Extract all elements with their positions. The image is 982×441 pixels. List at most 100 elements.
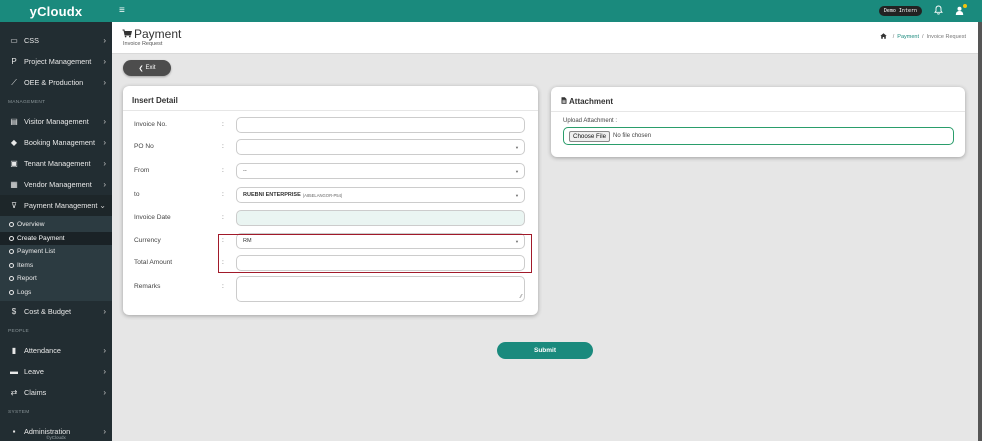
sidebar-item-label: Project Management: [24, 57, 92, 66]
sidebar-item-visitor-management[interactable]: ▤ Visitor Management ›: [0, 111, 112, 132]
card-title-text: Attachment: [569, 97, 614, 106]
insert-detail-card: Insert Detail Invoice No. : PO No : ▼ Fr…: [123, 86, 538, 315]
circle-icon: [9, 249, 14, 255]
sidebar-item-label: Attendance: [24, 346, 61, 355]
field-label: Remarks: [134, 283, 161, 290]
field-label: to: [134, 191, 140, 198]
chevron-right-icon: ›: [103, 367, 106, 376]
exit-button[interactable]: ❮ Exit: [123, 60, 171, 76]
user-icon[interactable]: [955, 3, 967, 17]
file-icon: [561, 97, 567, 106]
row-po-no: PO No : ▼: [123, 139, 538, 157]
field-colon: :: [222, 167, 224, 174]
divider: [123, 110, 538, 111]
card-title: Attachment: [561, 97, 613, 106]
circle-icon: [9, 222, 14, 228]
chevron-left-icon: ❮: [138, 65, 144, 72]
chevron-right-icon: ›: [103, 138, 106, 147]
sidebar-item-vendor-management[interactable]: ▦ Vendor Management ›: [0, 174, 112, 195]
invoice-date-input[interactable]: [236, 210, 525, 226]
leave-icon: ▬: [10, 367, 18, 376]
user-badge[interactable]: Demo Intern: [878, 6, 922, 16]
circle-icon: [9, 235, 14, 241]
sidebar-item-attendance[interactable]: ▮ Attendance ›: [0, 340, 112, 361]
tag-icon: ◆: [10, 138, 18, 147]
chevron-right-icon: ›: [103, 346, 106, 355]
chevron-down-icon: ⌄: [99, 201, 106, 210]
sidebar-item-label: Claims: [24, 388, 47, 397]
sidebar-footer: ©yCloudx: [46, 435, 66, 440]
sidebar-section-management: MANAGEMENT: [8, 99, 46, 105]
choose-file-button[interactable]: Choose File: [569, 130, 611, 142]
home-icon[interactable]: [880, 33, 887, 41]
sidebar-item-project-management[interactable]: P Project Management ›: [0, 51, 112, 72]
submenu-item-items[interactable]: Items: [0, 259, 112, 273]
dropdown-arrow-icon: ▼: [515, 145, 519, 150]
submenu-item-logs[interactable]: Logs: [0, 286, 112, 300]
circle-icon: [9, 289, 14, 295]
row-invoice-no: Invoice No. :: [123, 117, 538, 135]
field-label: Total Amount: [134, 259, 173, 266]
from-select[interactable]: -- ▼: [236, 163, 525, 179]
building-icon: ▣: [10, 159, 18, 168]
sidebar-item-booking-management[interactable]: ◆ Booking Management ›: [0, 132, 112, 153]
field-colon: :: [222, 259, 224, 266]
bell-icon[interactable]: [934, 5, 943, 17]
project-icon: P: [11, 57, 17, 66]
invoice-no-input[interactable]: [236, 117, 525, 133]
divider: [551, 111, 965, 112]
row-total-amount: Total Amount :: [123, 255, 538, 273]
field-colon: :: [222, 237, 224, 244]
submit-button[interactable]: Submit: [497, 342, 593, 359]
remarks-textarea[interactable]: ⁄⁄: [236, 276, 525, 302]
file-upload-input[interactable]: Choose File No file chosen: [563, 127, 954, 145]
sidebar-item-label: Payment Management: [24, 201, 98, 210]
sidebar-item-tenant-management[interactable]: ▣ Tenant Management ›: [0, 153, 112, 174]
sidebar-item-css[interactable]: ▭ CSS ›: [0, 30, 112, 51]
submenu-item-overview[interactable]: Overview: [0, 218, 112, 232]
submenu-item-payment-list[interactable]: Payment List: [0, 245, 112, 259]
sidebar-item-label: Cost & Budget: [24, 307, 72, 316]
field-colon: :: [222, 191, 224, 198]
chevron-right-icon: ›: [103, 307, 106, 316]
resize-handle-icon[interactable]: ⁄⁄: [520, 294, 522, 300]
topbar-right: Demo Intern: [878, 3, 982, 17]
currency-select[interactable]: RM ▼: [236, 233, 525, 249]
attendance-icon: ▮: [11, 346, 17, 355]
hamburger-menu-icon[interactable]: ≡: [119, 6, 125, 16]
page-title: Payment: [122, 27, 181, 41]
top-bar: ≡ Demo Intern: [112, 0, 982, 22]
submenu-item-label: Create Payment: [17, 234, 65, 242]
to-select[interactable]: RUEBNI ENTERPRISE (A85ELANGOR-P54) ▼: [236, 187, 525, 203]
submenu-item-report[interactable]: Report: [0, 272, 112, 286]
chevron-right-icon: ›: [103, 180, 106, 189]
field-label: From: [134, 167, 150, 174]
sidebar-item-label: Tenant Management: [24, 159, 91, 168]
circle-icon: [9, 276, 14, 282]
submenu-item-label: Payment List: [17, 248, 56, 256]
sidebar-item-leave[interactable]: ▬ Leave ›: [0, 361, 112, 382]
sidebar-item-claims[interactable]: ⇄ Claims ›: [0, 382, 112, 403]
sidebar-section-people: PEOPLE: [8, 328, 29, 334]
sidebar-item-cost-budget[interactable]: $ Cost & Budget ›: [0, 301, 112, 322]
select-value: --: [243, 168, 247, 174]
submenu-item-label: Logs: [17, 288, 32, 296]
field-label: Invoice No.: [134, 121, 167, 128]
sidebar-item-oee-production[interactable]: ⟋ OEE & Production ›: [0, 72, 112, 93]
monitor-icon: ▭: [10, 36, 18, 45]
sidebar-item-label: Vendor Management: [24, 180, 92, 189]
cart-icon: ⊽: [11, 201, 17, 210]
po-no-select[interactable]: ▼: [236, 139, 525, 155]
sidebar-item-label: OEE & Production: [24, 78, 84, 87]
submenu-item-create-payment[interactable]: Create Payment: [0, 231, 112, 245]
breadcrumb-payment[interactable]: Payment: [897, 34, 919, 40]
chevron-right-icon: ›: [103, 388, 106, 397]
sidebar-item-payment-management[interactable]: ⊽ Payment Management ⌄: [0, 195, 112, 216]
chevron-right-icon: ›: [103, 36, 106, 45]
submenu-item-label: Items: [17, 261, 34, 269]
chevron-right-icon: ›: [103, 159, 106, 168]
vertical-scrollbar[interactable]: [978, 22, 982, 441]
total-amount-input[interactable]: [236, 255, 525, 271]
brand-logo[interactable]: yCloudx: [0, 0, 112, 22]
submenu-item-label: Overview: [17, 221, 45, 229]
